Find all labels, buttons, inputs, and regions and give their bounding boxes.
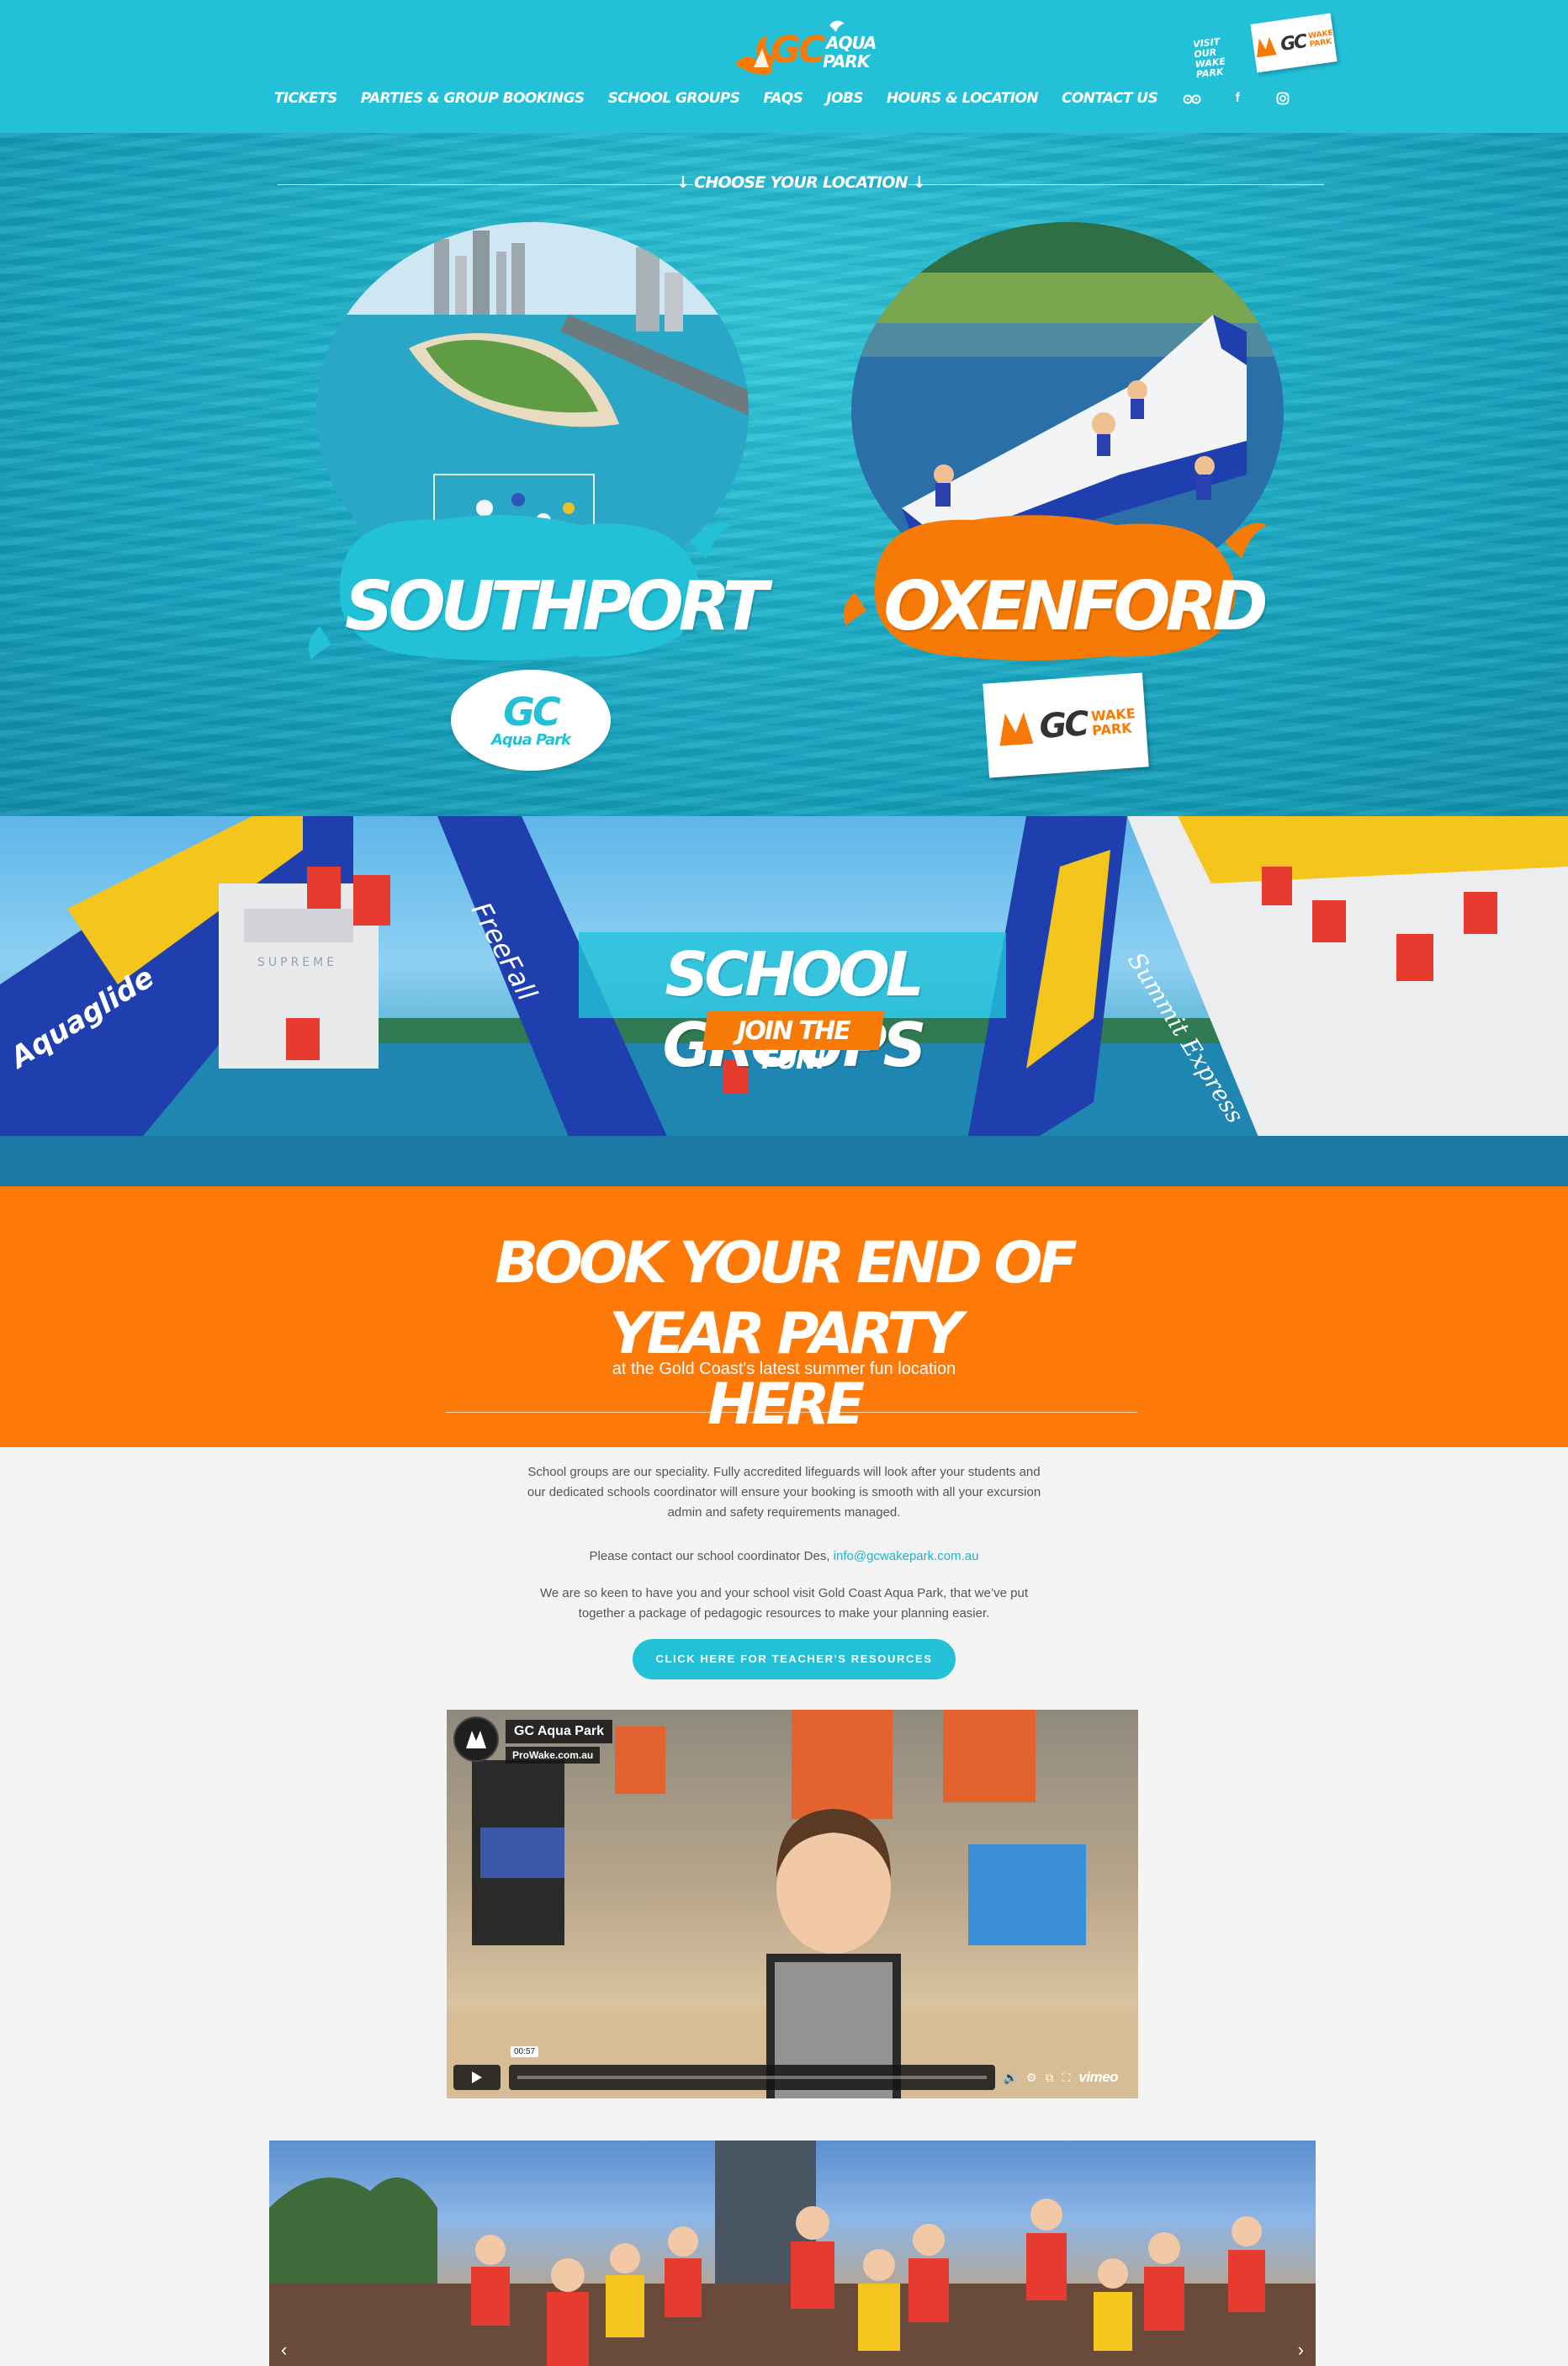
nav-tickets[interactable]: TICKETS — [274, 90, 337, 107]
teacher-resources-intro: We are so keen to have you and your scho… — [539, 1586, 1029, 1621]
video-thumbnail — [447, 1710, 1138, 2098]
teachers-resources-button[interactable]: CLICK HERE FOR TEACHER'S RESOURCES — [633, 1639, 956, 1679]
nav-contact-us[interactable]: CONTACT US — [1062, 90, 1158, 107]
page: GC AQUA PARK VISIT OUR WAKE PARK GC WAKE… — [0, 0, 1568, 2366]
wake-park-icon — [1257, 36, 1277, 58]
coordinator-email-link[interactable]: info@gcwakepark.com.au — [834, 1549, 979, 1563]
school-groups-intro: School groups are our speciality. Fully … — [527, 1465, 1041, 1520]
vimeo-logo[interactable]: vimeo — [1078, 2069, 1118, 2086]
nav-school-groups[interactable]: SCHOOL GROUPS — [608, 90, 740, 107]
school-groups-video-player[interactable]: GC Aqua Park ProWake.com.au 00:57 🔊 ⚙ ⧉ … — [447, 1710, 1138, 2098]
wake-park-icon — [999, 712, 1034, 746]
students-photo — [269, 2141, 1316, 2366]
video-controls: 00:57 🔊 ⚙ ⧉ ⛶ vimeo — [453, 2046, 1131, 2092]
facebook-icon[interactable]: f — [1226, 88, 1248, 109]
choose-location-text: ↓ CHOOSE YOUR LOCATION ↓ — [675, 173, 926, 192]
video-timestamp: 00:57 — [511, 2046, 539, 2057]
nav-jobs[interactable]: JOBS — [826, 90, 863, 107]
school-groups-banner: Aquaglide FreeFall Summit Express SUPREM… — [0, 816, 1568, 1186]
end-of-year-party-subtitle: at the Gold Coast's latest summer fun lo… — [612, 1360, 956, 1378]
nav-parties-group-bookings[interactable]: PARTIES & GROUP BOOKINGS — [361, 90, 585, 107]
oxenford-wake-park-logo: GC WAKE PARK — [983, 672, 1149, 778]
visit-wake-park-link[interactable]: VISIT OUR WAKE PARK GC WAKE PARK — [1193, 13, 1338, 80]
picture-in-picture-icon[interactable]: ⧉ — [1046, 2071, 1054, 2085]
site-header: GC AQUA PARK VISIT OUR WAKE PARK GC WAKE… — [0, 0, 1568, 133]
nav-hours-location[interactable]: HOURS & LOCATION — [887, 90, 1039, 107]
settings-icon[interactable]: ⚙ — [1026, 2071, 1037, 2085]
location-card-southport[interactable]: SOUTHPORT GC Aqua Park — [303, 222, 791, 803]
supreme-label: SUPREME — [257, 956, 337, 969]
main-nav: TICKETS PARTIES & GROUP BOOKINGS SCHOOL … — [0, 88, 1568, 109]
carousel-prev-button[interactable]: ‹ — [281, 2339, 287, 2361]
end-of-year-party-heading: BOOK YOUR END OF YEAR PARTY HERE — [495, 1230, 1077, 1438]
gc-aqua-park-logo[interactable]: GC AQUA PARK — [728, 15, 888, 82]
nav-faqs[interactable]: FAQS — [763, 90, 803, 107]
tripadvisor-icon[interactable] — [1181, 88, 1203, 109]
carousel-next-button[interactable]: › — [1298, 2339, 1304, 2361]
end-of-year-party-section: BOOK YOUR END OF YEAR PARTY HERE at the … — [0, 1186, 1568, 1447]
choose-location-heading: ↓ CHOOSE YOUR LOCATION ↓ — [278, 172, 1324, 197]
channel-avatar[interactable] — [453, 1716, 499, 1762]
southport-aqua-park-logo: GC Aqua Park — [451, 670, 611, 771]
school-coordinator-contact: Please contact our school coordinator De… — [522, 1546, 1046, 1567]
gc-wake-park-badge: GC WAKE PARK — [1250, 13, 1338, 73]
play-button[interactable] — [453, 2065, 501, 2090]
svg-text:PARK: PARK — [823, 51, 871, 72]
svg-text:GC: GC — [771, 29, 825, 72]
fullscreen-icon[interactable]: ⛶ — [1062, 2071, 1071, 2085]
video-progress-track[interactable] — [517, 2076, 987, 2079]
video-byline[interactable]: ProWake.com.au — [506, 1747, 601, 1764]
divider — [446, 1412, 1137, 1413]
video-scrubber[interactable]: 00:57 — [509, 2046, 995, 2090]
visit-wake-text: VISIT OUR WAKE PARK — [1192, 36, 1226, 81]
video-channel-name[interactable]: GC Aqua Park — [506, 1720, 612, 1743]
instagram-icon[interactable] — [1272, 88, 1294, 109]
volume-icon[interactable]: 🔊 — [1004, 2071, 1018, 2085]
location-card-oxenford[interactable]: OXENFORD GC WAKE PARK — [838, 222, 1326, 803]
location-chooser: ↓ CHOOSE YOUR LOCATION ↓ SOUTHPORT GC Aq… — [0, 133, 1568, 816]
play-icon — [472, 2072, 482, 2083]
school-group-photo-carousel: ‹ › — [269, 2141, 1316, 2366]
location-name-oxenford: OXENFORD — [883, 567, 1268, 645]
video-channel-info: GC Aqua Park ProWake.com.au — [453, 1716, 612, 1764]
svg-text:AQUA: AQUA — [824, 33, 876, 53]
location-name-southport: SOUTHPORT — [345, 567, 768, 645]
contact-prefix: Please contact our school coordinator De… — [589, 1549, 834, 1563]
banner-subtitle: JOIN THE FUN! — [737, 1016, 850, 1075]
